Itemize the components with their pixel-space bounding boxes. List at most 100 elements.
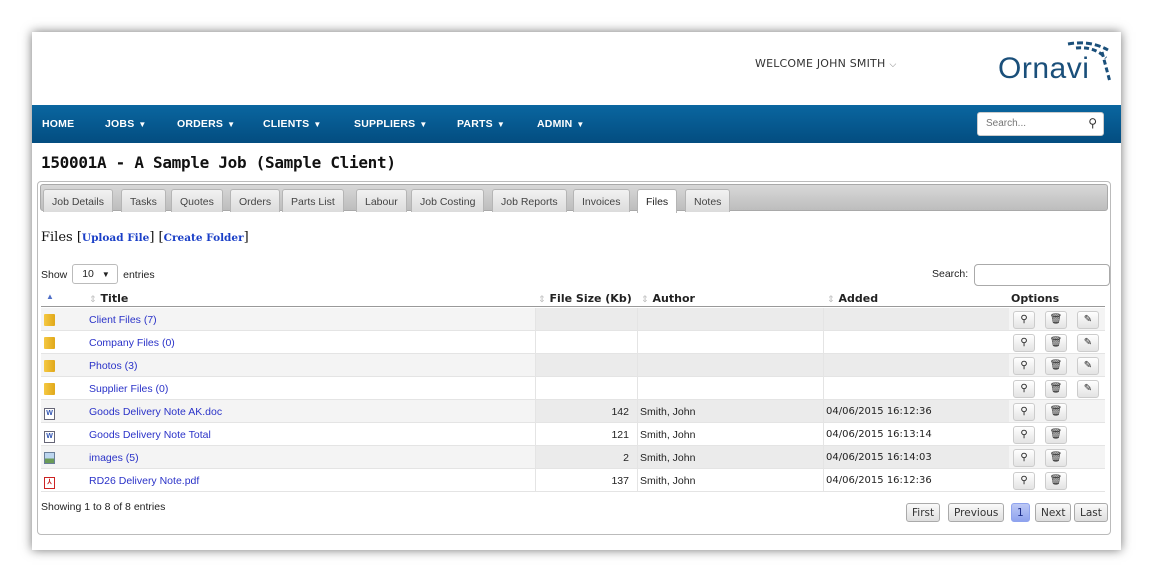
table-row[interactable]: Supplier Files (0) ⚲ 🗑 ✎ (41, 377, 1105, 400)
delete-button[interactable]: 🗑 (1045, 357, 1067, 375)
tab-invoices[interactable]: Invoices (573, 189, 630, 212)
delete-button[interactable]: 🗑 (1045, 449, 1067, 467)
row-added: 04/06/2015 16:12:36 (823, 400, 1009, 422)
table-search-label: Search: (932, 268, 969, 280)
table-row[interactable]: ⅄ RD26 Delivery Note.pdf 137 Smith, John 04/… (41, 469, 1105, 492)
entries-label: entries (123, 269, 155, 281)
pagination-last[interactable]: Last (1074, 503, 1108, 522)
row-icon-cell (44, 377, 84, 399)
row-title-link[interactable]: images (5) (89, 446, 535, 468)
create-folder-link[interactable]: Create Folder (164, 232, 244, 244)
pagination-previous[interactable]: Previous (948, 503, 1005, 522)
pagination-1[interactable]: 1 (1011, 503, 1030, 522)
delete-button[interactable]: 🗑 (1045, 472, 1067, 490)
tab-files[interactable]: Files (637, 189, 678, 213)
delete-button[interactable]: 🗑 (1045, 311, 1067, 329)
table-row[interactable]: W Goods Delivery Note AK.doc 142 Smith, Joh… (41, 400, 1105, 423)
nav-item-label: ADMIN (537, 118, 573, 130)
table-row[interactable]: Photos (3) ⚲ 🗑 ✎ (41, 354, 1105, 377)
table-row[interactable]: Company Files (0) ⚲ 🗑 ✎ (41, 331, 1105, 354)
delete-button[interactable]: 🗑 (1045, 380, 1067, 398)
delete-button[interactable]: 🗑 (1045, 403, 1067, 421)
nav-item-label: CLIENTS (263, 118, 310, 130)
row-title-link[interactable]: Photos (3) (89, 354, 535, 376)
view-button[interactable]: ⚲ (1013, 426, 1035, 444)
row-size (535, 377, 637, 399)
tab-parts-list[interactable]: Parts List (282, 189, 344, 212)
delete-icon: 🗑 (1049, 360, 1063, 371)
bracket: ] (149, 230, 155, 245)
edit-button[interactable]: ✎ (1077, 334, 1099, 352)
top-header: WELCOME JOHN SMITH ⌵ Ornavi (32, 32, 1121, 105)
col-size[interactable]: ⇕ File Size (Kb) (538, 292, 632, 305)
view-button[interactable]: ⚲ (1013, 357, 1035, 375)
table-row[interactable]: Client Files (7) ⚲ 🗑 ✎ (41, 308, 1105, 331)
delete-icon: 🗑 (1049, 314, 1063, 325)
edit-button[interactable]: ✎ (1077, 357, 1099, 375)
upload-file-link[interactable]: Upload File (82, 232, 149, 244)
nav-item-admin[interactable]: ADMIN ▼ (537, 118, 585, 130)
tab-notes[interactable]: Notes (685, 189, 731, 212)
tab-job-reports[interactable]: Job Reports (492, 189, 567, 212)
sort-icon: ⇕ (827, 295, 835, 305)
row-title-link[interactable]: Goods Delivery Note Total (89, 423, 535, 445)
view-icon: ⚲ (1020, 337, 1028, 348)
table-search-input[interactable] (974, 264, 1110, 286)
row-title-link[interactable]: Goods Delivery Note AK.doc (89, 400, 535, 422)
row-author: Smith, John (637, 423, 823, 445)
pagination-first[interactable]: First (906, 503, 941, 522)
view-button[interactable]: ⚲ (1013, 403, 1035, 421)
row-added (823, 308, 1009, 330)
delete-button[interactable]: 🗑 (1045, 334, 1067, 352)
col-author[interactable]: ⇕ Author (641, 292, 695, 305)
tab-job-costing[interactable]: Job Costing (411, 189, 485, 212)
caret-down-icon: ▼ (138, 120, 147, 129)
search-icon[interactable]: ⚲ (1088, 116, 1097, 130)
sort-asc-icon[interactable]: ▲ (46, 292, 54, 301)
pagination-next[interactable]: Next (1035, 503, 1072, 522)
row-size (535, 354, 637, 376)
nav-item-clients[interactable]: CLIENTS ▼ (263, 118, 321, 130)
global-search[interactable]: ⚲ (977, 112, 1104, 136)
tab-labour[interactable]: Labour (356, 189, 407, 212)
view-button[interactable]: ⚲ (1013, 472, 1035, 490)
col-added[interactable]: ⇕ Added (827, 292, 878, 305)
view-button[interactable]: ⚲ (1013, 311, 1035, 329)
nav-item-jobs[interactable]: JOBS ▼ (105, 118, 147, 130)
row-title-link[interactable]: Company Files (0) (89, 331, 535, 353)
row-author (637, 308, 823, 330)
col-title[interactable]: ⇕ Title (89, 292, 128, 305)
table-row[interactable]: W Goods Delivery Note Total 121 Smith, John… (41, 423, 1105, 446)
image-file-icon (44, 452, 55, 464)
edit-button[interactable]: ✎ (1077, 380, 1099, 398)
nav-item-label: JOBS (105, 118, 135, 130)
tab-quotes[interactable]: Quotes (171, 189, 223, 212)
tab-job-details[interactable]: Job Details (43, 189, 113, 212)
tab-orders[interactable]: Orders (230, 189, 281, 212)
tab-tasks[interactable]: Tasks (121, 189, 166, 212)
search-input[interactable] (986, 118, 1076, 129)
view-button[interactable]: ⚲ (1013, 449, 1035, 467)
row-title-link[interactable]: Supplier Files (0) (89, 377, 535, 399)
view-button[interactable]: ⚲ (1013, 334, 1035, 352)
row-icon-cell (44, 446, 84, 468)
table-row[interactable]: images (5) 2 Smith, John 04/06/2015 16:14:0… (41, 446, 1105, 469)
folder-icon (44, 383, 55, 395)
nav-item-label: PARTS (457, 118, 493, 130)
delete-icon: 🗑 (1049, 383, 1063, 394)
nav-item-orders[interactable]: ORDERS ▼ (177, 118, 235, 130)
edit-button[interactable]: ✎ (1077, 311, 1099, 329)
nav-item-parts[interactable]: PARTS ▼ (457, 118, 505, 130)
nav-item-suppliers[interactable]: SUPPLIERS ▼ (354, 118, 427, 130)
nav-item-home[interactable]: HOME (42, 118, 74, 130)
user-menu[interactable]: WELCOME JOHN SMITH ⌵ (755, 57, 896, 70)
row-title-link[interactable]: RD26 Delivery Note.pdf (89, 469, 535, 491)
row-options: ⚲ 🗑 ✎ (1009, 331, 1105, 353)
view-button[interactable]: ⚲ (1013, 380, 1035, 398)
delete-button[interactable]: 🗑 (1045, 426, 1067, 444)
edit-icon: ✎ (1083, 337, 1093, 348)
row-title-link[interactable]: Client Files (7) (89, 308, 535, 330)
tab-bar: Job Details Tasks Quotes Orders Parts List La… (40, 184, 1108, 213)
row-options: ⚲ 🗑 ✎ (1009, 377, 1105, 399)
page-size-select[interactable]: 10 ▼ (72, 264, 119, 284)
